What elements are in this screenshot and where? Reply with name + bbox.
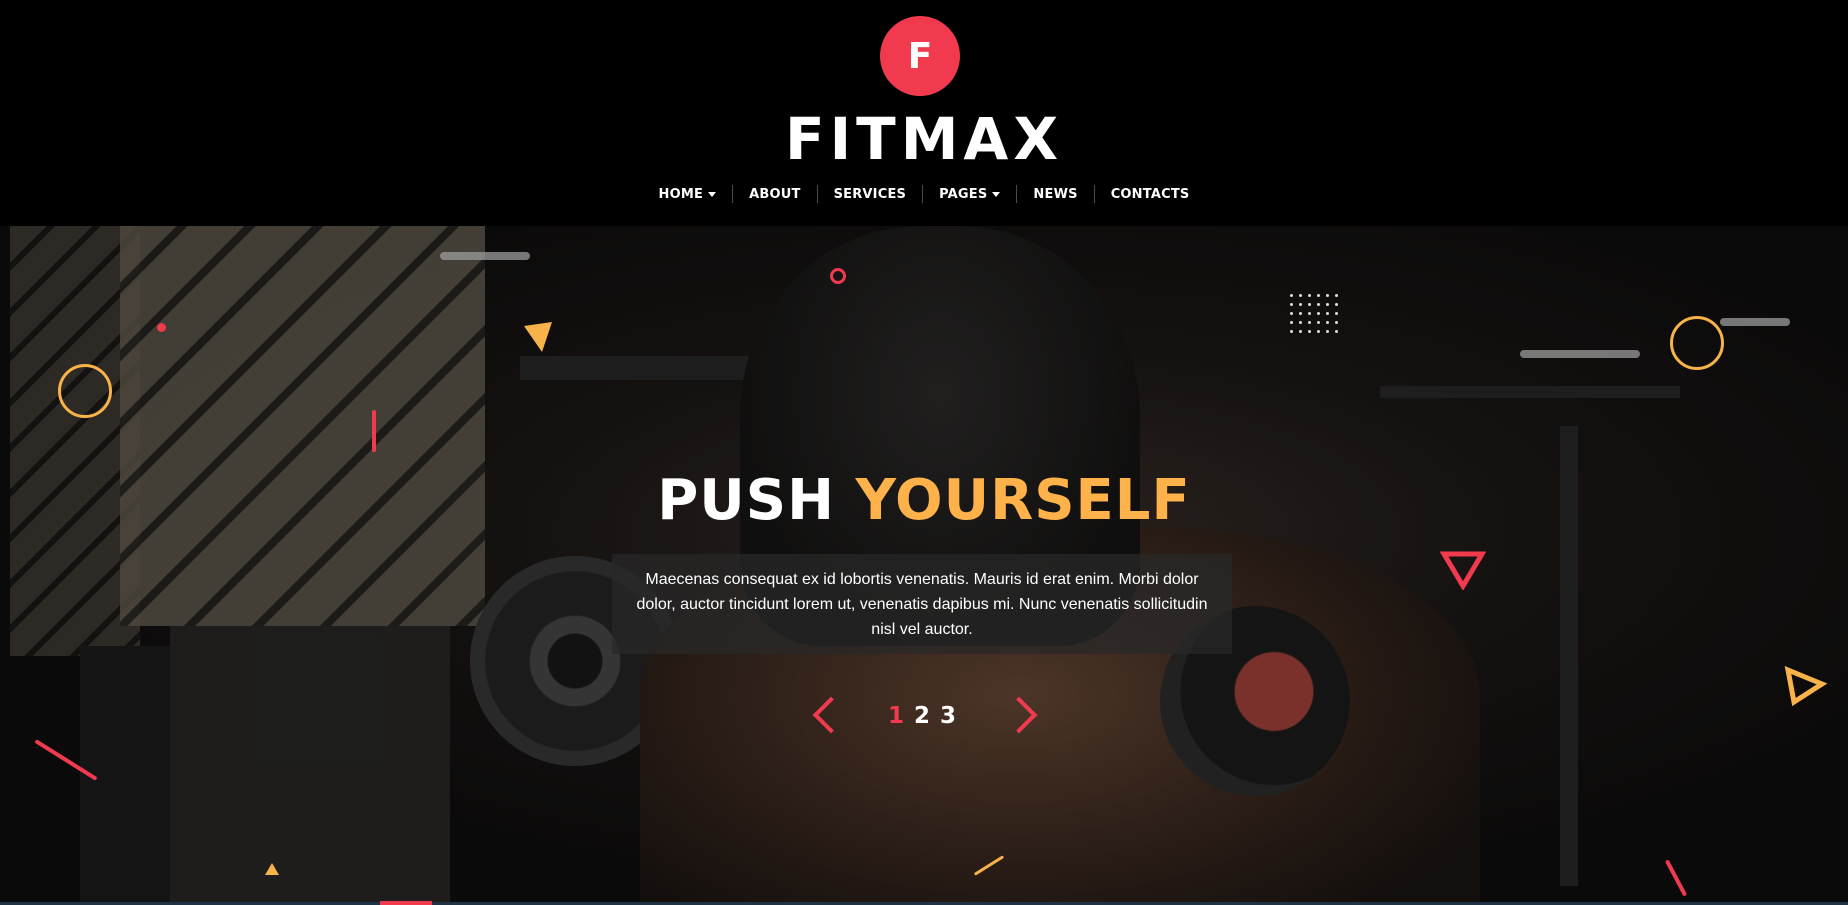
nav-item-about[interactable]: ABOUT [733,184,816,204]
decor-dot-grid [1290,294,1338,333]
nav-label-pages: PAGES [939,186,988,202]
nav-label-news: NEWS [1033,186,1078,202]
caret-down-icon [708,191,717,197]
decor-ring [1670,316,1724,370]
hero-title-primary: PUSH [657,468,835,533]
slider-pagination: 1 2 3 [888,696,956,736]
logo-badge[interactable]: F [880,16,960,96]
decor-triangle-outline [1440,551,1486,590]
hero-description: Maecenas consequat ex id lobortis venena… [636,570,1208,638]
nav-label-services: SERVICES [833,186,907,202]
logo-letter: F [907,35,933,77]
decor-dot [157,323,166,332]
hero-description-box: Maecenas consequat ex id lobortis venena… [612,554,1232,654]
nav-label-home: HOME [658,186,704,202]
nav-item-services[interactable]: SERVICES [818,184,923,204]
main-nav: HOME ABOUT SERVICES PAGES NEWS CONTACTS [0,184,1848,204]
hero-title-accent: YOURSELF [855,468,1191,533]
nav-item-news[interactable]: NEWS [1017,184,1093,204]
hero-slider: PUSH YOURSELF Maecenas consequat ex id l… [0,226,1848,905]
slider-controls: 1 2 3 [0,696,1848,740]
chevron-right-icon[interactable] [1000,696,1038,734]
nav-item-pages[interactable]: PAGES [923,184,1016,204]
hero-bottom-accent [380,901,432,905]
slider-page-2[interactable]: 2 [914,696,930,736]
chevron-left-icon[interactable] [812,696,850,734]
slider-page-1[interactable]: 1 [888,696,904,736]
decor-ring [58,364,112,418]
caret-down-icon [992,191,1001,197]
decor-line [372,410,376,452]
nav-item-home[interactable]: HOME [643,184,733,204]
decor-triangle [524,322,552,352]
site-logo-text[interactable]: FITMAX [0,106,1848,172]
hero-title: PUSH YOURSELF [0,470,1848,532]
nav-label-about: ABOUT [749,186,801,202]
site-header: F FITMAX HOME ABOUT SERVICES PAGES NEWS … [0,0,1848,226]
decor-triangle [265,863,279,875]
nav-item-contacts[interactable]: CONTACTS [1095,184,1206,204]
nav-label-contacts: CONTACTS [1110,186,1190,202]
decor-ring [830,268,846,284]
slider-page-3[interactable]: 3 [940,696,956,736]
